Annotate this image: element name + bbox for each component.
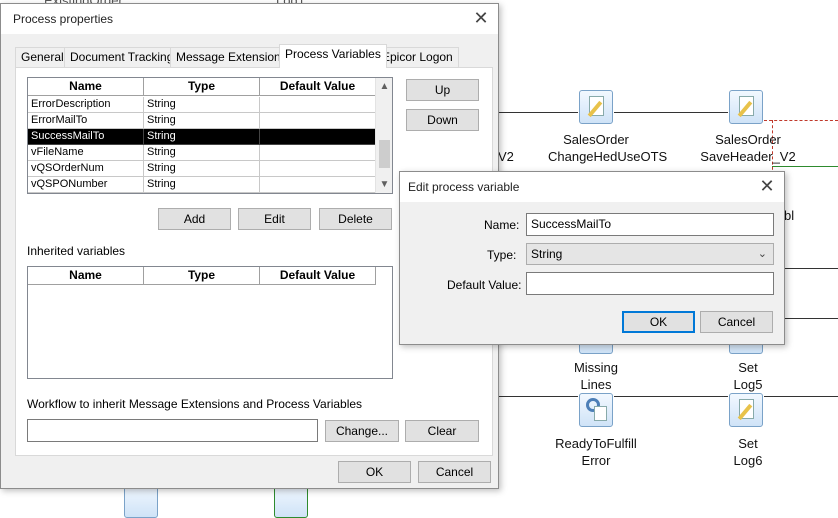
column-header-type[interactable]: Type — [144, 78, 260, 96]
connector — [614, 396, 728, 397]
activity-gear-icon[interactable] — [579, 393, 613, 427]
clear-button[interactable]: Clear — [405, 420, 479, 442]
up-button[interactable]: Up — [406, 79, 479, 101]
node-label-fragment: V2 — [498, 149, 514, 164]
dialog-title: Process properties — [13, 12, 114, 26]
cell-type: String — [144, 145, 260, 161]
close-icon[interactable]: ✕ — [468, 7, 494, 31]
column-header-default-value[interactable]: Default Value — [260, 267, 376, 285]
activity-document-icon[interactable] — [729, 393, 763, 427]
add-button[interactable]: Add — [158, 208, 231, 230]
cell-name: vQSPONumber — [28, 177, 144, 193]
grid-header: Name Type Default Value — [28, 267, 376, 285]
connector — [614, 112, 728, 113]
scroll-down-icon[interactable]: ▼ — [376, 176, 392, 193]
down-button[interactable]: Down — [406, 109, 479, 131]
connector — [785, 268, 838, 269]
table-row[interactable]: ErrorMailTo String — [28, 113, 376, 129]
change-button[interactable]: Change... — [325, 420, 399, 442]
cell-type: String — [144, 161, 260, 177]
name-field[interactable]: SuccessMailTo — [526, 213, 774, 236]
delete-button[interactable]: Delete — [319, 208, 392, 230]
activity-document-icon[interactable] — [579, 90, 613, 124]
cell-name: SuccessMailTo — [28, 129, 144, 145]
success-connector — [772, 166, 838, 167]
column-header-default-value[interactable]: Default Value — [260, 78, 376, 96]
vertical-scrollbar[interactable]: ▲ ▼ — [375, 78, 392, 193]
ok-button[interactable]: OK — [622, 311, 695, 333]
connector — [498, 396, 578, 397]
grid-header: Name Type Default Value — [28, 78, 376, 96]
type-select[interactable]: String ⌄ — [526, 243, 774, 265]
error-connector — [764, 120, 838, 121]
node-label: Missing Lines — [573, 360, 619, 392]
table-row[interactable]: vQSOrderNum String — [28, 161, 376, 177]
inherited-variables-grid[interactable]: Name Type Default Value — [27, 266, 393, 379]
tab-general[interactable]: General — [15, 47, 70, 67]
titlebar: Edit process variable ✕ — [400, 172, 784, 202]
chevron-down-icon: ⌄ — [757, 248, 767, 260]
column-header-name[interactable]: Name — [28, 267, 144, 285]
type-select-value: String — [531, 247, 563, 261]
cell-name: ErrorDescription — [28, 97, 144, 113]
cell-default — [260, 129, 376, 145]
close-icon[interactable]: ✕ — [754, 175, 780, 199]
table-row-selected[interactable]: SuccessMailTo String — [28, 129, 376, 145]
cell-name: vFileName — [28, 145, 144, 161]
tab-epicor-logon[interactable]: Epicor Logon — [376, 47, 459, 67]
cell-type: String — [144, 97, 260, 113]
node-label-fragment: bl — [784, 208, 795, 223]
column-header-name[interactable]: Name — [28, 78, 144, 96]
variables-grid[interactable]: Name Type Default Value ErrorDescription… — [27, 77, 393, 194]
cell-default — [260, 113, 376, 129]
table-row[interactable]: vFileName String — [28, 145, 376, 161]
default-value-label: Default Value: — [447, 278, 522, 292]
tab-process-variables[interactable]: Process Variables — [279, 44, 387, 68]
type-label: Type: — [487, 248, 517, 262]
ok-button[interactable]: OK — [338, 461, 411, 483]
node-label: Set Log6 — [733, 436, 763, 468]
node-label: ReadyToFulfill Error — [555, 436, 637, 468]
workflow-inherit-input[interactable] — [27, 419, 318, 442]
connector — [785, 318, 838, 319]
edit-process-variable-dialog: Edit process variable ✕ Name: SuccessMai… — [399, 171, 785, 345]
cancel-button[interactable]: Cancel — [418, 461, 491, 483]
cell-type: String — [144, 129, 260, 145]
cell-default — [260, 161, 376, 177]
edit-button[interactable]: Edit — [238, 208, 311, 230]
table-row[interactable]: vQSPONumber String — [28, 177, 376, 193]
column-header-type[interactable]: Type — [144, 267, 260, 285]
activity-icon-partial[interactable] — [124, 484, 158, 518]
tab-message-extensions[interactable]: Message Extensions — [170, 47, 293, 67]
connector — [498, 112, 578, 113]
table-row[interactable]: ErrorDescription String — [28, 97, 376, 113]
cell-name: ErrorMailTo — [28, 113, 144, 129]
cancel-button[interactable]: Cancel — [700, 311, 773, 333]
default-value-field[interactable] — [526, 272, 774, 295]
dialog-title: Edit process variable — [408, 180, 520, 194]
titlebar: Process properties ✕ — [1, 4, 498, 34]
activity-icon-partial[interactable] — [274, 484, 308, 518]
connector — [764, 396, 838, 397]
name-label: Name: — [484, 218, 520, 232]
node-label: SalesOrder SaveHeader_V2 — [700, 132, 796, 164]
scroll-up-icon[interactable]: ▲ — [376, 78, 392, 95]
scroll-thumb[interactable] — [379, 140, 390, 168]
cell-default — [260, 177, 376, 193]
activity-document-icon[interactable] — [729, 90, 763, 124]
cell-type: String — [144, 113, 260, 129]
cell-type: String — [144, 177, 260, 193]
cell-name: vQSOrderNum — [28, 161, 144, 177]
node-label: SalesOrder ChangeHedUseOTS — [548, 132, 668, 164]
cell-default — [260, 145, 376, 161]
cell-default — [260, 97, 376, 113]
inherited-variables-label: Inherited variables — [27, 244, 126, 258]
tab-document-tracking[interactable]: Document Tracking — [64, 47, 180, 67]
node-label: Set Log5 — [733, 360, 763, 392]
workflow-inherit-label: Workflow to inherit Message Extensions a… — [27, 397, 363, 411]
